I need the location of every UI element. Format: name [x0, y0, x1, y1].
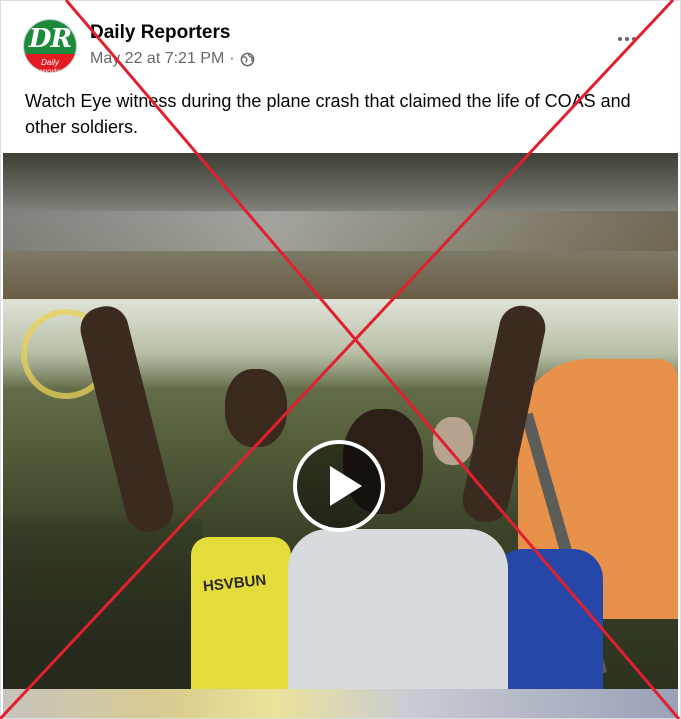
- post-caption: Watch Eye witness during the plane crash…: [25, 91, 631, 137]
- more-dot: [618, 37, 622, 41]
- person-head: [225, 369, 287, 447]
- facebook-post-card: DR Daily Reporters Daily Reporters May 2…: [0, 0, 681, 719]
- page-name-link[interactable]: Daily Reporters: [90, 22, 230, 44]
- meta-separator: ·: [229, 50, 235, 67]
- avatar-subtitle: Daily Reporters: [32, 58, 68, 73]
- post-meta: May 22 at 7:21 PM ·: [90, 50, 255, 68]
- page-avatar[interactable]: DR Daily Reporters: [23, 19, 77, 73]
- person-blue-shirt: [493, 549, 603, 689]
- more-options-icon[interactable]: [618, 37, 636, 41]
- post-timestamp[interactable]: May 22 at 7:21 PM: [90, 50, 224, 68]
- video-player[interactable]: HSVBUN: [3, 153, 678, 718]
- more-dot: [625, 37, 629, 41]
- person-head: [433, 417, 473, 465]
- avatar-monogram: DR: [28, 24, 72, 54]
- video-blur-bottom: [3, 689, 678, 718]
- blur-band: [3, 211, 678, 251]
- crowd-background: [3, 519, 203, 689]
- person-yellow-shirt: [191, 537, 291, 689]
- play-icon: [330, 466, 362, 506]
- more-dot: [632, 37, 636, 41]
- video-blur-top: [3, 153, 678, 299]
- globe-icon: [240, 52, 254, 66]
- play-button[interactable]: [293, 440, 385, 532]
- post-header: DR Daily Reporters Daily Reporters May 2…: [23, 19, 660, 75]
- person-white-shirt: [288, 529, 508, 689]
